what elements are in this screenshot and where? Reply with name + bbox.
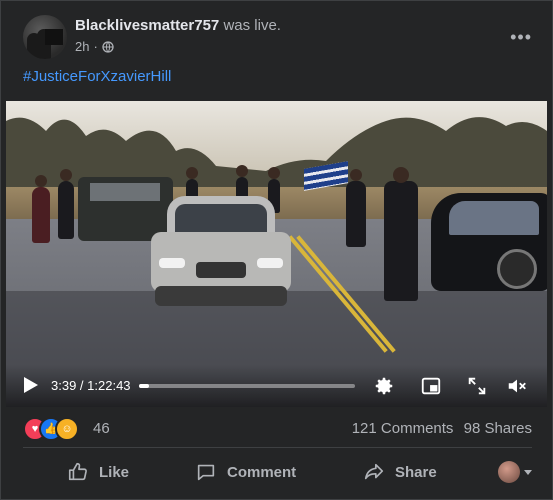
post-header: Blacklivesmatter757 was live. 2h · ••• bbox=[23, 13, 532, 63]
marcher bbox=[32, 175, 50, 243]
settings-gear-icon[interactable] bbox=[373, 375, 395, 397]
progress-bar[interactable] bbox=[139, 384, 355, 388]
comment-label: Comment bbox=[227, 463, 297, 481]
silver-nissan-car bbox=[151, 196, 291, 314]
post-meta: 2h · bbox=[75, 39, 114, 54]
post-time[interactable]: 2h bbox=[75, 39, 89, 54]
share-arrow-icon bbox=[364, 463, 384, 480]
video-time: 3:39 / 1:22:43 bbox=[51, 378, 131, 393]
globe-icon[interactable] bbox=[102, 40, 114, 53]
marcher bbox=[58, 169, 74, 239]
author-name[interactable]: Blacklivesmatter757 bbox=[75, 17, 219, 34]
viewer-avatar bbox=[498, 461, 520, 483]
time-separator: / bbox=[76, 378, 88, 393]
reaction-identity-selector[interactable] bbox=[498, 461, 532, 483]
marcher bbox=[384, 167, 418, 301]
more-options-icon[interactable]: ••• bbox=[510, 27, 532, 48]
hashtag-link[interactable]: #JusticeForXzavierHill bbox=[23, 68, 171, 85]
live-video-player[interactable]: 3:39 / 1:22:43 bbox=[6, 101, 547, 407]
marcher bbox=[346, 169, 366, 247]
care-icon: ☺ bbox=[55, 417, 79, 441]
play-icon[interactable] bbox=[24, 377, 38, 393]
like-button[interactable]: Like bbox=[67, 461, 129, 483]
comment-button[interactable]: Comment bbox=[195, 461, 296, 483]
share-button[interactable]: Share bbox=[363, 461, 437, 483]
divider bbox=[23, 447, 532, 448]
facebook-post: Blacklivesmatter757 was live. 2h · ••• #… bbox=[0, 0, 553, 500]
post-stats: 121 Comments 98 Shares bbox=[352, 420, 532, 437]
black-sedan bbox=[431, 193, 547, 291]
avatar-sign bbox=[45, 29, 63, 45]
duration: 1:22:43 bbox=[87, 378, 131, 393]
current-time: 3:39 bbox=[51, 378, 77, 393]
picture-in-picture-icon[interactable] bbox=[420, 375, 442, 397]
live-status-text: was live. bbox=[223, 17, 281, 34]
video-controls: 3:39 / 1:22:43 bbox=[6, 365, 547, 407]
reaction-count[interactable]: 46 bbox=[93, 420, 110, 437]
shares-count[interactable]: 98 Shares bbox=[464, 420, 532, 437]
author-line: Blacklivesmatter757 was live. bbox=[75, 17, 281, 34]
chevron-down-icon bbox=[524, 469, 532, 475]
share-label: Share bbox=[395, 463, 437, 481]
reaction-icons[interactable]: ♥ 👍 ☺ bbox=[23, 417, 87, 441]
reactions-summary: ♥ 👍 ☺ 46 121 Comments 98 Shares bbox=[23, 415, 532, 441]
dot-separator: · bbox=[93, 39, 98, 54]
progress-fill bbox=[139, 384, 149, 388]
volume-muted-icon[interactable] bbox=[506, 375, 528, 397]
like-label: Like bbox=[99, 463, 130, 481]
comment-bubble-icon bbox=[197, 464, 215, 481]
comments-count[interactable]: 121 Comments bbox=[352, 420, 454, 437]
fullscreen-icon[interactable] bbox=[466, 375, 488, 397]
post-actions: Like Comment Share bbox=[23, 453, 532, 493]
author-avatar[interactable] bbox=[23, 15, 67, 59]
thumbs-up-icon bbox=[68, 462, 87, 481]
